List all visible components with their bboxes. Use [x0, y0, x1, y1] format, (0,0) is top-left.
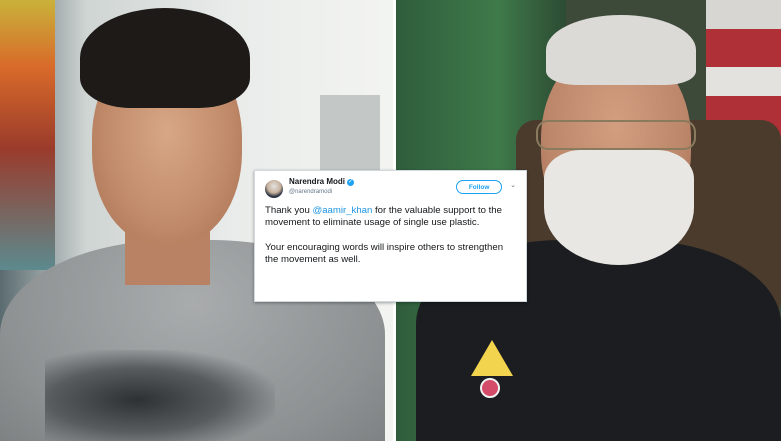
verified-icon: ✓: [347, 178, 355, 186]
mention-link[interactable]: @aamir_khan: [312, 205, 372, 216]
chevron-down-icon[interactable]: ⌄: [510, 181, 516, 189]
glasses: [536, 120, 696, 150]
tweet-paragraph-2: Your encouraging words will inspire othe…: [265, 241, 504, 266]
hair: [80, 8, 250, 108]
lapel-pin: [480, 378, 500, 398]
tweet-text-prefix: Thank you: [265, 205, 313, 216]
author-name-row: Narendra Modi ✓: [289, 177, 355, 187]
tweet-paragraph-1: Thank you @aamir_khan for the valuable s…: [265, 205, 516, 230]
tweet-card: Narendra Modi ✓ @narendramodi Follow ⌄ T…: [254, 170, 527, 302]
white-beard: [544, 150, 694, 265]
avatar[interactable]: [265, 180, 283, 198]
author-handle[interactable]: @narendramodi: [289, 187, 354, 197]
follow-button[interactable]: Follow: [456, 180, 503, 194]
white-hair: [546, 15, 696, 85]
author-block: Narendra Modi ✓ @narendramodi: [289, 177, 355, 197]
wall-painting: [0, 0, 55, 270]
tweet-header: Narendra Modi ✓ @narendramodi Follow ⌄: [265, 177, 516, 203]
tweet-text: Thank you @aamir_khan for the valuable s…: [265, 205, 516, 267]
tshirt-print: [45, 350, 275, 441]
author-name[interactable]: Narendra Modi: [289, 177, 345, 187]
